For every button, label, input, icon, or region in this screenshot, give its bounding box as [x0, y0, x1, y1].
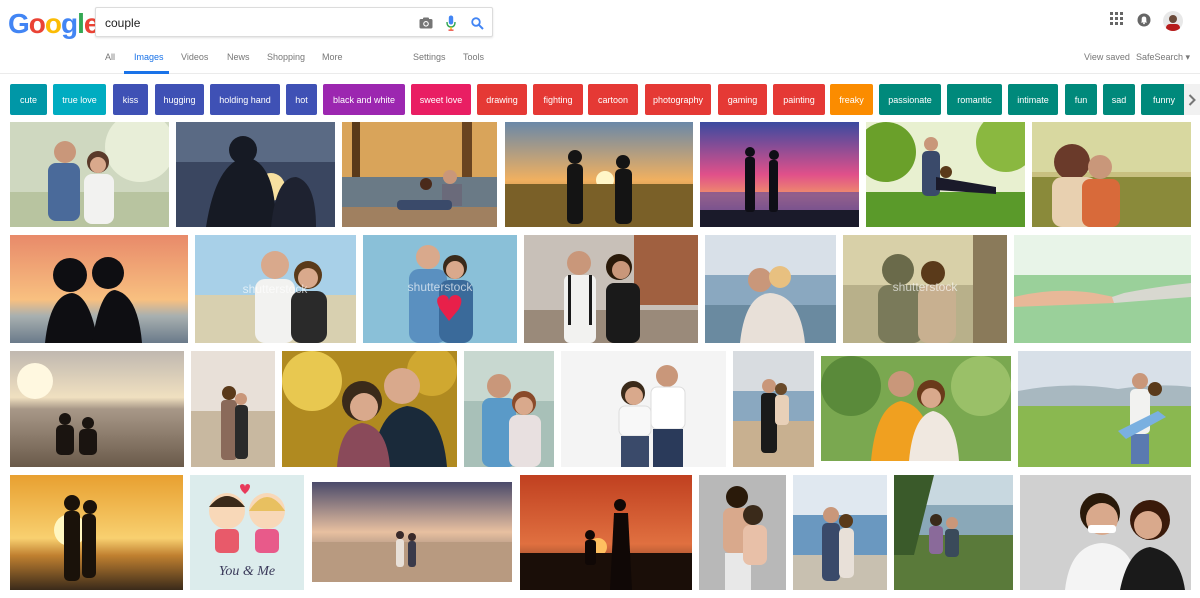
image-result[interactable]: [191, 351, 275, 467]
image-result[interactable]: [793, 475, 887, 590]
image-result[interactable]: [10, 351, 184, 467]
image-result[interactable]: [866, 122, 1025, 227]
image-result[interactable]: shutterstock: [195, 235, 356, 343]
watermark-text: shutterstock: [408, 280, 474, 294]
image-result[interactable]: shutterstock: [843, 235, 1007, 343]
image-result[interactable]: [1020, 475, 1191, 590]
image-result[interactable]: [10, 475, 183, 590]
image-result[interactable]: [312, 482, 512, 582]
image-result[interactable]: [821, 356, 1011, 461]
image-result[interactable]: [1014, 235, 1191, 343]
image-caption: You & Me: [219, 564, 275, 579]
image-result[interactable]: [505, 122, 693, 227]
image-result[interactable]: [705, 235, 836, 343]
image-result[interactable]: [524, 235, 698, 343]
image-results-grid: shutterstock shutterstock shutterstock Y…: [0, 0, 1200, 598]
image-result[interactable]: [10, 235, 188, 343]
image-result[interactable]: shutterstock: [363, 235, 517, 343]
image-result[interactable]: [464, 351, 554, 467]
image-result[interactable]: [699, 475, 786, 590]
image-result[interactable]: [282, 351, 457, 467]
image-result[interactable]: [10, 122, 169, 227]
watermark-text: shutterstock: [893, 280, 959, 294]
image-result[interactable]: [561, 351, 726, 467]
image-result[interactable]: [520, 475, 692, 590]
image-result[interactable]: [342, 122, 497, 227]
image-result[interactable]: [894, 475, 1013, 590]
image-result[interactable]: [700, 122, 859, 227]
image-result[interactable]: [1018, 351, 1191, 467]
image-result[interactable]: [1032, 122, 1191, 227]
watermark-text: shutterstock: [243, 282, 309, 296]
image-result[interactable]: [176, 122, 335, 227]
image-result[interactable]: You & Me: [190, 475, 304, 590]
image-result[interactable]: [733, 351, 814, 467]
